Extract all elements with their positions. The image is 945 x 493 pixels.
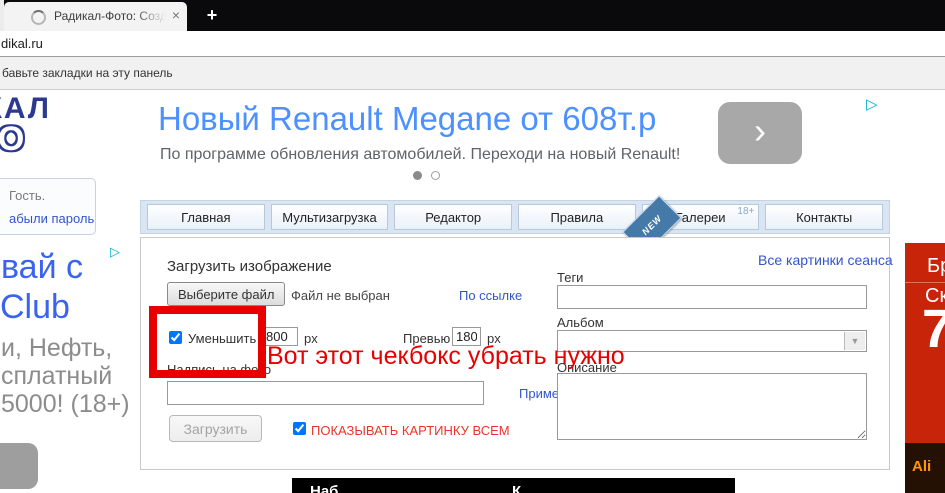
- close-icon[interactable]: ×: [172, 7, 180, 23]
- show-all-checkbox[interactable]: [293, 422, 306, 435]
- carousel-next-button[interactable]: ›: [718, 102, 802, 164]
- site-nav: Главная Мультизагрузка Редактор Правила …: [140, 200, 890, 234]
- sidebar-ad-text[interactable]: вай с: [1, 248, 83, 287]
- right-ad-text: Бр: [927, 255, 945, 278]
- ad-subtitle[interactable]: По программе обновления автомобилей. Пер…: [160, 146, 680, 164]
- sidebar-ad-text[interactable]: Club: [0, 288, 70, 327]
- no-file-text: Файл не выбран: [291, 288, 390, 303]
- by-link-link[interactable]: По ссылке: [459, 288, 522, 303]
- right-ad-banner[interactable]: Бр Ск 7: [905, 243, 945, 443]
- address-bar[interactable]: dikal.ru: [0, 31, 945, 57]
- upload-button[interactable]: Загрузить: [169, 415, 262, 442]
- nav-tab-galerei[interactable]: NEW Галереи 18+: [642, 204, 760, 230]
- tab-title: Радикал-Фото: Создай фо: [54, 9, 166, 23]
- ad-title[interactable]: Новый Renault Megane от 608т.р: [158, 100, 656, 138]
- site-logo[interactable]: ИКАЛ ТО: [0, 94, 102, 174]
- nav-tab-redaktor[interactable]: Редактор: [394, 204, 512, 230]
- bottom-banner-text: К: [512, 483, 521, 493]
- form-heading: Загрузить изображение: [167, 258, 332, 275]
- loading-spinner-icon: [31, 10, 46, 25]
- browser-titlebar: Радикал-Фото: Создай фо × +: [0, 0, 945, 31]
- user-box: Гость. абыли пароль: [0, 178, 96, 235]
- choose-file-button[interactable]: Выберите файл: [167, 282, 285, 306]
- description-textarea[interactable]: [557, 373, 867, 440]
- sidebar-ad-text[interactable]: 5000! (18+): [1, 390, 130, 419]
- right-ad-brand-strip[interactable]: Ali: [905, 443, 945, 493]
- carousel-dot[interactable]: [431, 171, 440, 180]
- sidebar-ad-text[interactable]: сплатный: [1, 362, 112, 391]
- nav-tab-glavnaya[interactable]: Главная: [147, 204, 265, 230]
- nav-tab-pravila[interactable]: Правила: [518, 204, 636, 230]
- bottom-banner: Наб К: [292, 478, 735, 493]
- show-all-label: ПОКАЗЫВАТЬ КАРТИНКУ ВСЕМ: [311, 423, 510, 438]
- new-tab-button[interactable]: +: [197, 2, 227, 28]
- brand-text: Ali: [912, 458, 931, 475]
- carousel-dot-active[interactable]: [413, 171, 422, 180]
- caption-input[interactable]: [167, 381, 484, 405]
- age-badge: 18+: [737, 206, 754, 218]
- album-label: Альбом: [557, 315, 604, 330]
- nav-tab-kontakty[interactable]: Контакты: [765, 204, 883, 230]
- bookmarks-bar: бавьте закладки на эту панель: [0, 57, 945, 90]
- bookmarks-hint: бавьте закладки на эту панель: [2, 66, 173, 80]
- guest-label: Гость.: [9, 188, 45, 203]
- tags-input[interactable]: [557, 285, 867, 309]
- divider: [905, 282, 945, 283]
- adchoices-icon[interactable]: ▷: [866, 95, 878, 113]
- forgot-password-link[interactable]: абыли пароль: [9, 211, 94, 226]
- bottom-banner-text: Наб: [310, 483, 338, 493]
- nav-tab-multizagruzka[interactable]: Мультизагрузка: [271, 204, 389, 230]
- nav-tab-label: Галереи: [675, 210, 725, 225]
- site-logo-bottom: ТО: [0, 122, 102, 156]
- browser-window: Радикал-Фото: Создай фо × + dikal.ru бав…: [0, 0, 945, 493]
- sidebar-ad-text[interactable]: и, Нефть,: [1, 334, 112, 363]
- browser-tab[interactable]: Радикал-Фото: Создай фо ×: [4, 2, 187, 31]
- chevron-down-icon[interactable]: ▼: [844, 332, 865, 350]
- annotation-text: Вот этот чекбокс убрать нужно: [267, 342, 625, 371]
- right-ad-number: 7: [922, 298, 945, 360]
- adchoices-icon[interactable]: ▷: [110, 244, 120, 260]
- address-text: dikal.ru: [1, 36, 43, 51]
- carousel-prev-button[interactable]: [0, 443, 38, 489]
- tags-label: Теги: [557, 270, 583, 285]
- annotation-rectangle: [149, 306, 266, 378]
- session-pictures-link[interactable]: Все картинки сеанса: [758, 252, 893, 268]
